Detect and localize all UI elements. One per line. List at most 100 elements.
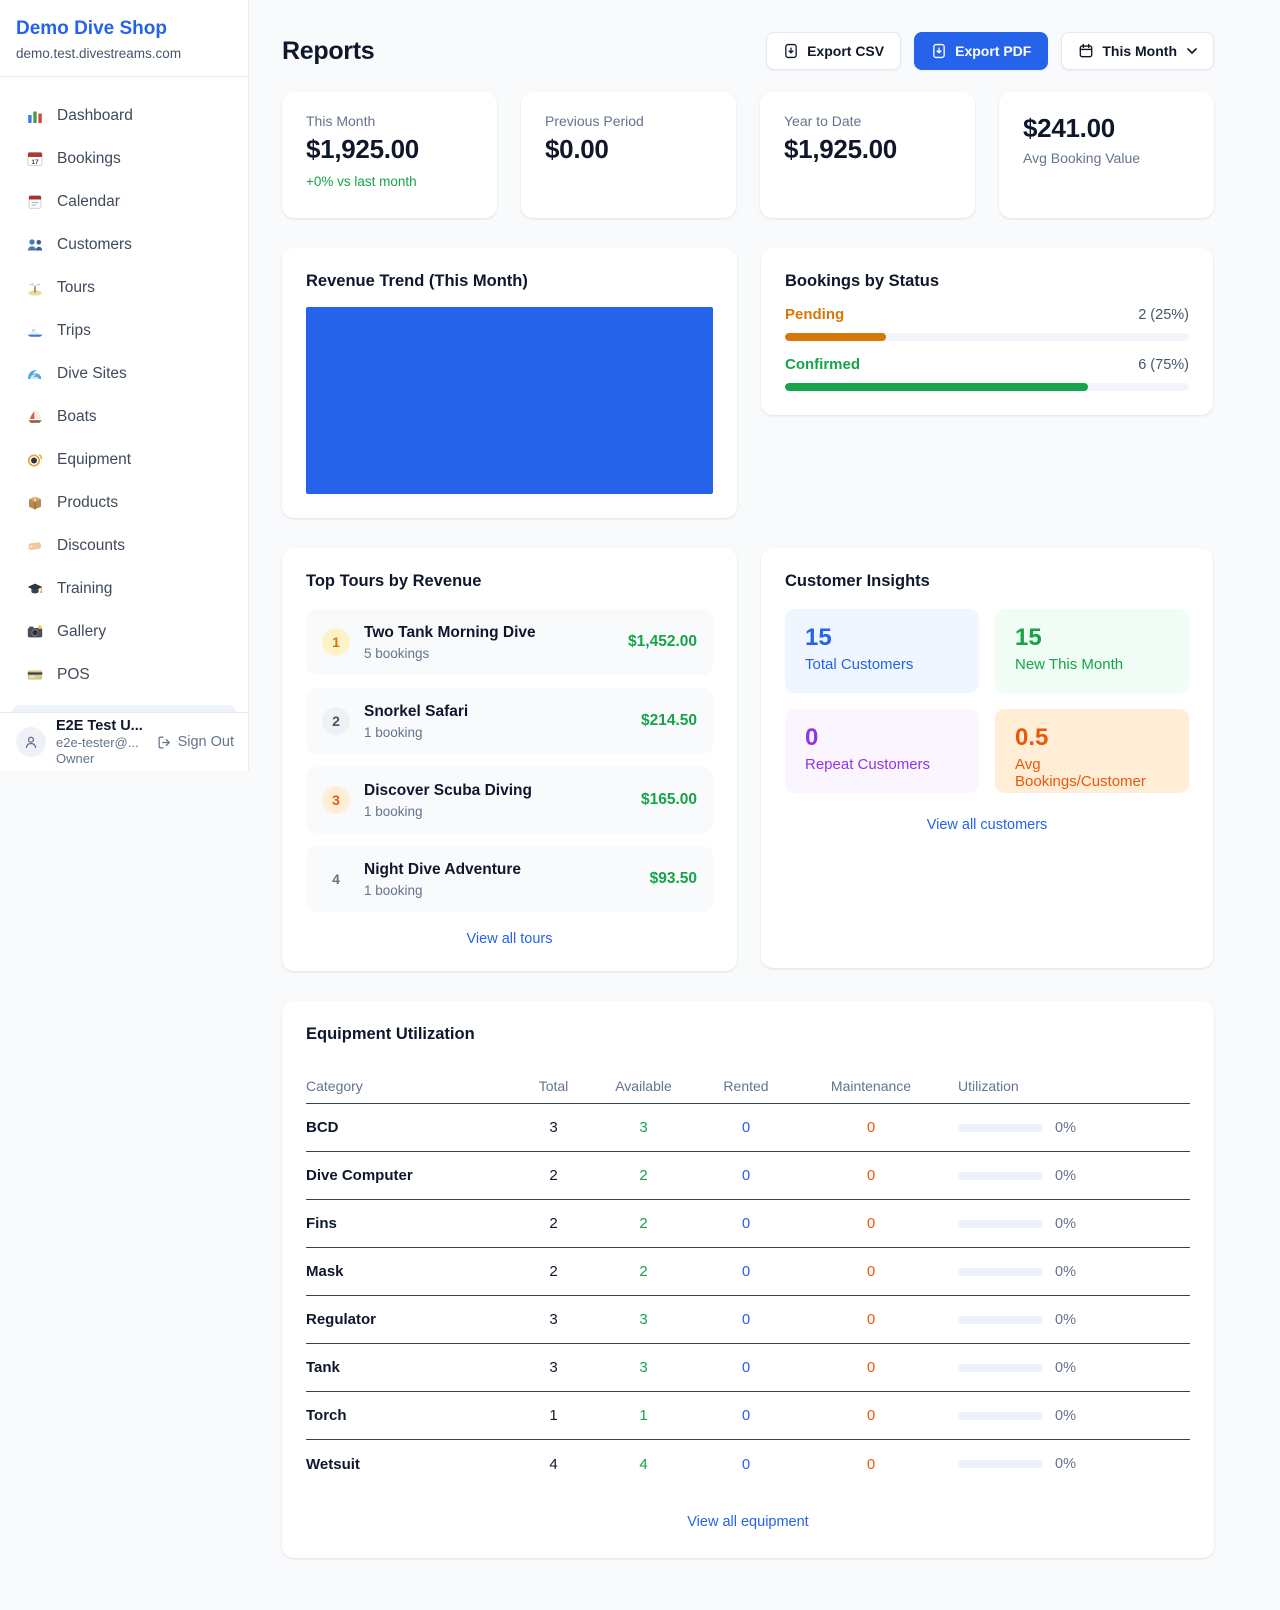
export-pdf-button[interactable]: Export PDF <box>914 32 1048 70</box>
tour-row: 4 Night Dive Adventure 1 booking $93.50 <box>306 846 713 912</box>
sidebar-item-discounts[interactable]: Discounts <box>12 524 236 567</box>
sign-out-button[interactable]: Sign Out <box>157 734 234 750</box>
sidebar-item-training[interactable]: Training <box>12 567 236 610</box>
sidebar-item-dive-sites[interactable]: Dive Sites <box>12 352 236 395</box>
table-row: Mask 2 2 0 0 0% <box>306 1248 1190 1296</box>
sign-out-icon <box>157 735 172 750</box>
tour-name: Discover Scuba Diving <box>364 781 532 801</box>
speedboat-icon <box>26 322 44 340</box>
view-all-tours-link[interactable]: View all tours <box>306 931 713 947</box>
sidebar-item-trips[interactable]: Trips <box>12 309 236 352</box>
insight-tile-new-this-month: 15 New This Month <box>995 609 1189 693</box>
cell-rented: 0 <box>681 1359 811 1376</box>
tour-row: 2 Snorkel Safari 1 booking $214.50 <box>306 688 713 754</box>
utilization-bar-track <box>958 1316 1043 1324</box>
tour-revenue: $93.50 <box>650 870 697 888</box>
view-all-customers-link[interactable]: View all customers <box>785 817 1189 833</box>
insight-value: 0 <box>805 724 959 752</box>
stat-card-this-month: This Month $1,925.00 +0% vs last month <box>282 92 497 218</box>
sidebar-item-label: Gallery <box>57 623 106 641</box>
sidebar-item-label: Training <box>57 580 112 598</box>
sidebar-item-customers[interactable]: Customers <box>12 223 236 266</box>
sidebar-item-boats[interactable]: Boats <box>12 395 236 438</box>
cell-rented: 0 <box>681 1407 811 1424</box>
cell-rented: 0 <box>681 1263 811 1280</box>
col-header: Category <box>306 1078 501 1094</box>
utilization-bar-track <box>958 1460 1043 1468</box>
sidebar-item-label: Calendar <box>57 193 120 211</box>
cell-maintenance: 0 <box>811 1456 931 1473</box>
tour-name: Night Dive Adventure <box>364 860 521 880</box>
sidebar-item-bookings[interactable]: 17 Bookings <box>12 137 236 180</box>
stat-label: Avg Booking Value <box>1023 150 1190 166</box>
tour-name: Snorkel Safari <box>364 702 468 722</box>
cell-category: Torch <box>306 1407 501 1424</box>
col-header: Maintenance <box>811 1078 931 1094</box>
rank-badge: 3 <box>322 786 350 814</box>
bar-chart-icon <box>26 107 44 125</box>
cell-maintenance: 0 <box>811 1167 931 1184</box>
cell-total: 2 <box>501 1167 606 1184</box>
sidebar-item-gallery[interactable]: Gallery <box>12 610 236 653</box>
export-csv-label: Export CSV <box>807 43 884 59</box>
status-count: 2 (25%) <box>1138 307 1189 323</box>
credit-card-icon <box>26 666 44 684</box>
package-icon <box>26 494 44 512</box>
equipment-utilization-card: Equipment Utilization Category Total Ava… <box>282 1001 1214 1558</box>
section-title: Bookings by Status <box>785 272 1189 291</box>
cell-available: 1 <box>606 1407 681 1424</box>
top-tours-card: Top Tours by Revenue 1 Two Tank Morning … <box>282 548 737 971</box>
section-title: Customer Insights <box>785 572 1189 591</box>
stat-card-year-to-date: Year to Date $1,925.00 <box>760 92 975 218</box>
insight-label: Total Customers <box>805 656 959 673</box>
cell-total: 2 <box>501 1263 606 1280</box>
period-dropdown[interactable]: This Month <box>1061 32 1214 70</box>
shop-name[interactable]: Demo Dive Shop <box>16 18 232 40</box>
sidebar-item-equipment[interactable]: Equipment <box>12 438 236 481</box>
cell-category: Regulator <box>306 1311 501 1328</box>
sidebar-item-tours[interactable]: Tours <box>12 266 236 309</box>
svg-text:17: 17 <box>31 158 39 165</box>
sidebar-nav: Dashboard 17 Bookings Calendar Customers… <box>0 77 248 696</box>
brand-block[interactable]: Demo Dive Shop demo.test.divestreams.com <box>0 0 248 77</box>
table-row: Tank 3 3 0 0 0% <box>306 1344 1190 1392</box>
sidebar-item-dashboard[interactable]: Dashboard <box>12 94 236 137</box>
cell-total: 3 <box>501 1119 606 1136</box>
cell-category: BCD <box>306 1119 501 1136</box>
sidebar-item-calendar[interactable]: Calendar <box>12 180 236 223</box>
stat-label: Previous Period <box>545 113 712 129</box>
cell-utilization: 0% <box>1055 1168 1076 1184</box>
cell-utilization: 0% <box>1055 1264 1076 1280</box>
utilization-bar-track <box>958 1124 1043 1132</box>
sidebar-item-label: Dashboard <box>57 107 133 125</box>
period-label: This Month <box>1102 43 1177 59</box>
export-pdf-label: Export PDF <box>955 43 1031 59</box>
cell-total: 4 <box>501 1456 606 1473</box>
sidebar-item-pos[interactable]: POS <box>12 653 236 696</box>
user-role: Owner <box>56 751 143 767</box>
avatar <box>16 727 46 757</box>
section-title: Equipment Utilization <box>306 1025 1190 1044</box>
cell-category: Mask <box>306 1263 501 1280</box>
sidebar-item-products[interactable]: Products <box>12 481 236 524</box>
utilization-bar-track <box>958 1220 1043 1228</box>
cell-category: Fins <box>306 1215 501 1232</box>
cell-available: 2 <box>606 1167 681 1184</box>
status-bar-fill-pending <box>785 333 886 341</box>
user-name: E2E Test U... <box>56 717 143 735</box>
view-all-equipment-link[interactable]: View all equipment <box>306 1514 1190 1530</box>
status-bar-fill-confirmed <box>785 383 1088 391</box>
utilization-bar-track <box>958 1364 1043 1372</box>
stat-delta: +0% vs last month <box>306 174 473 189</box>
page-title: Reports <box>282 37 374 66</box>
col-header: Utilization <box>931 1078 1190 1094</box>
sidebar-item-label: Boats <box>57 408 97 426</box>
sidebar-item-label: Trips <box>57 322 91 340</box>
camera-icon <box>26 623 44 641</box>
tour-row: 1 Two Tank Morning Dive 5 bookings $1,45… <box>306 609 713 675</box>
status-bar-track <box>785 333 1189 341</box>
table-row: Dive Computer 2 2 0 0 0% <box>306 1152 1190 1200</box>
sidebar-item-label: Products <box>57 494 118 512</box>
export-csv-button[interactable]: Export CSV <box>766 32 901 70</box>
cell-maintenance: 0 <box>811 1311 931 1328</box>
